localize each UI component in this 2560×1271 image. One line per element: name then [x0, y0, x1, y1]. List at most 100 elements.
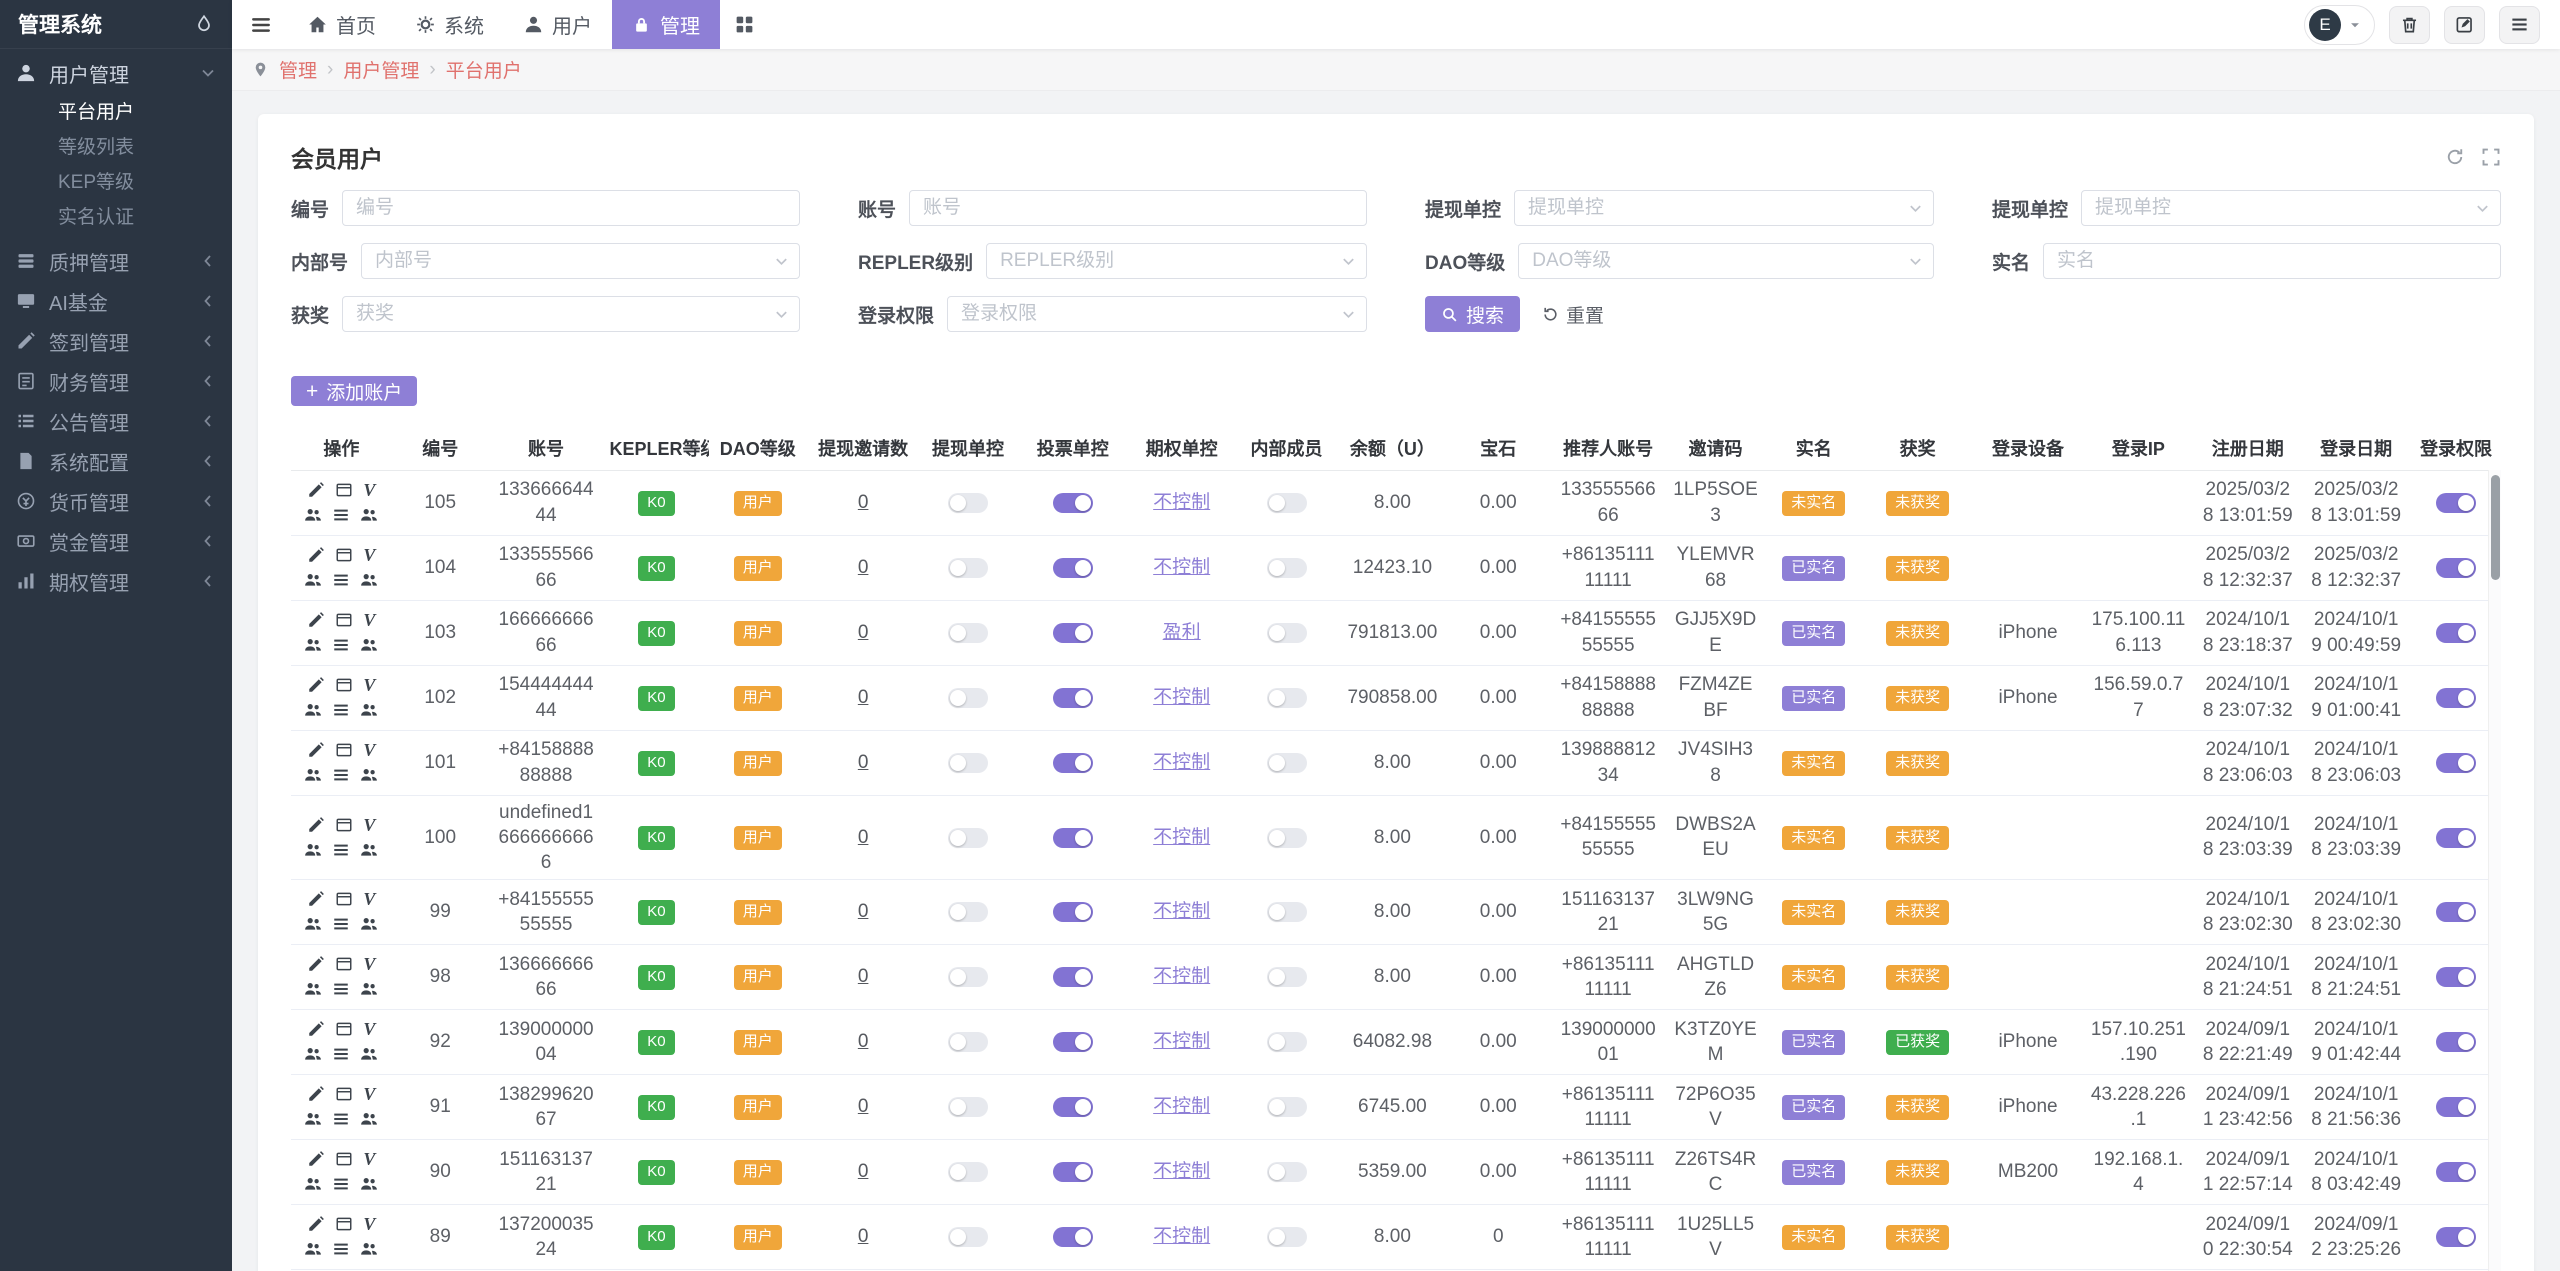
card-icon[interactable]: [335, 741, 353, 759]
v-icon[interactable]: V: [363, 676, 375, 694]
card-icon[interactable]: [335, 1150, 353, 1168]
menu-icon[interactable]: [332, 506, 350, 524]
menu-icon[interactable]: [332, 841, 350, 859]
search-button[interactable]: 搜索: [1425, 296, 1521, 332]
v-icon[interactable]: V: [363, 546, 375, 564]
edit-icon[interactable]: [307, 676, 325, 694]
internal-member-toggle[interactable]: [1266, 1162, 1307, 1183]
edit-icon[interactable]: [307, 955, 325, 973]
sidebar-section-row[interactable]: AI基金: [0, 281, 232, 321]
hamburger-menu-icon[interactable]: [250, 14, 272, 36]
edit-button[interactable]: [2444, 5, 2485, 44]
list-button[interactable]: [2499, 5, 2540, 44]
withdraw-toggle[interactable]: [947, 967, 988, 988]
vote-toggle[interactable]: [1052, 492, 1093, 513]
internal-member-toggle[interactable]: [1266, 1227, 1307, 1248]
group-icon[interactable]: [360, 571, 378, 589]
edit-icon[interactable]: [307, 1150, 325, 1168]
card-icon[interactable]: [335, 816, 353, 834]
group-icon[interactable]: [360, 1175, 378, 1193]
menu-icon[interactable]: [332, 636, 350, 654]
option-control-link[interactable]: 不控制: [1153, 827, 1210, 848]
withdraw-toggle[interactable]: [947, 1097, 988, 1118]
option-control-link[interactable]: 不控制: [1153, 752, 1210, 773]
group-icon[interactable]: [360, 915, 378, 933]
user-avatar-menu[interactable]: E: [2304, 4, 2375, 45]
withdraw-toggle[interactable]: [947, 827, 988, 848]
menu-icon[interactable]: [332, 1045, 350, 1063]
v-icon[interactable]: V: [363, 1020, 375, 1038]
team-icon[interactable]: [304, 915, 322, 933]
refresh-icon[interactable]: [2445, 147, 2465, 167]
option-control-link[interactable]: 不控制: [1153, 1031, 1210, 1052]
team-icon[interactable]: [304, 980, 322, 998]
filter-input[interactable]: [2044, 244, 2500, 278]
v-icon[interactable]: V: [363, 1085, 375, 1103]
group-icon[interactable]: [360, 701, 378, 719]
option-control-link[interactable]: 不控制: [1153, 966, 1210, 987]
topnav-item[interactable]: 系统: [396, 0, 504, 49]
invite-count-link[interactable]: 0: [858, 622, 869, 643]
option-control-link[interactable]: 不控制: [1153, 687, 1210, 708]
group-icon[interactable]: [360, 1240, 378, 1258]
withdraw-toggle[interactable]: [947, 1162, 988, 1183]
invite-count-link[interactable]: 0: [858, 966, 869, 987]
team-icon[interactable]: [304, 571, 322, 589]
withdraw-toggle[interactable]: [947, 687, 988, 708]
filter-input[interactable]: [1519, 244, 1933, 278]
group-icon[interactable]: [360, 636, 378, 654]
edit-icon[interactable]: [307, 1085, 325, 1103]
menu-icon[interactable]: [332, 1110, 350, 1128]
option-control-link[interactable]: 不控制: [1153, 557, 1210, 578]
invite-count-link[interactable]: 0: [858, 1031, 869, 1052]
card-icon[interactable]: [335, 955, 353, 973]
droplet-icon[interactable]: [194, 14, 214, 34]
internal-member-toggle[interactable]: [1266, 1097, 1307, 1118]
card-icon[interactable]: [335, 1085, 353, 1103]
invite-count-link[interactable]: 0: [858, 557, 869, 578]
menu-icon[interactable]: [332, 766, 350, 784]
invite-count-link[interactable]: 0: [858, 827, 869, 848]
v-icon[interactable]: V: [363, 890, 375, 908]
sidebar-subitem[interactable]: 等级列表: [0, 130, 232, 165]
v-icon[interactable]: V: [363, 481, 375, 499]
team-icon[interactable]: [304, 841, 322, 859]
invite-count-link[interactable]: 0: [858, 1161, 869, 1182]
internal-member-toggle[interactable]: [1266, 902, 1307, 923]
vote-toggle[interactable]: [1052, 557, 1093, 578]
vote-toggle[interactable]: [1052, 622, 1093, 643]
login-permission-toggle[interactable]: [2436, 1032, 2477, 1053]
sidebar-section-row[interactable]: 系统配置: [0, 441, 232, 481]
group-icon[interactable]: [360, 1045, 378, 1063]
invite-count-link[interactable]: 0: [858, 901, 869, 922]
menu-icon[interactable]: [332, 1240, 350, 1258]
team-icon[interactable]: [304, 766, 322, 784]
filter-input[interactable]: [1515, 191, 1933, 225]
sidebar-section-row[interactable]: 签到管理: [0, 321, 232, 361]
group-icon[interactable]: [360, 980, 378, 998]
login-permission-toggle[interactable]: [2436, 687, 2477, 708]
withdraw-toggle[interactable]: [947, 492, 988, 513]
internal-member-toggle[interactable]: [1266, 492, 1307, 513]
edit-icon[interactable]: [307, 890, 325, 908]
sidebar-section-row[interactable]: 质押管理: [0, 241, 232, 281]
internal-member-toggle[interactable]: [1266, 752, 1307, 773]
vote-toggle[interactable]: [1052, 827, 1093, 848]
menu-icon[interactable]: [332, 571, 350, 589]
withdraw-toggle[interactable]: [947, 1227, 988, 1248]
menu-icon[interactable]: [332, 701, 350, 719]
sidebar-subitem[interactable]: 实名认证: [0, 200, 232, 235]
sidebar-section-row[interactable]: 财务管理: [0, 361, 232, 401]
team-icon[interactable]: [304, 1045, 322, 1063]
v-icon[interactable]: V: [363, 741, 375, 759]
menu-icon[interactable]: [332, 915, 350, 933]
team-icon[interactable]: [304, 1175, 322, 1193]
filter-input[interactable]: [2082, 191, 2500, 225]
internal-member-toggle[interactable]: [1266, 827, 1307, 848]
withdraw-toggle[interactable]: [947, 1032, 988, 1053]
card-icon[interactable]: [335, 546, 353, 564]
scrollbar-thumb[interactable]: [2491, 475, 2500, 580]
invite-count-link[interactable]: 0: [858, 687, 869, 708]
vote-toggle[interactable]: [1052, 902, 1093, 923]
topnav-item[interactable]: 首页: [288, 0, 396, 49]
